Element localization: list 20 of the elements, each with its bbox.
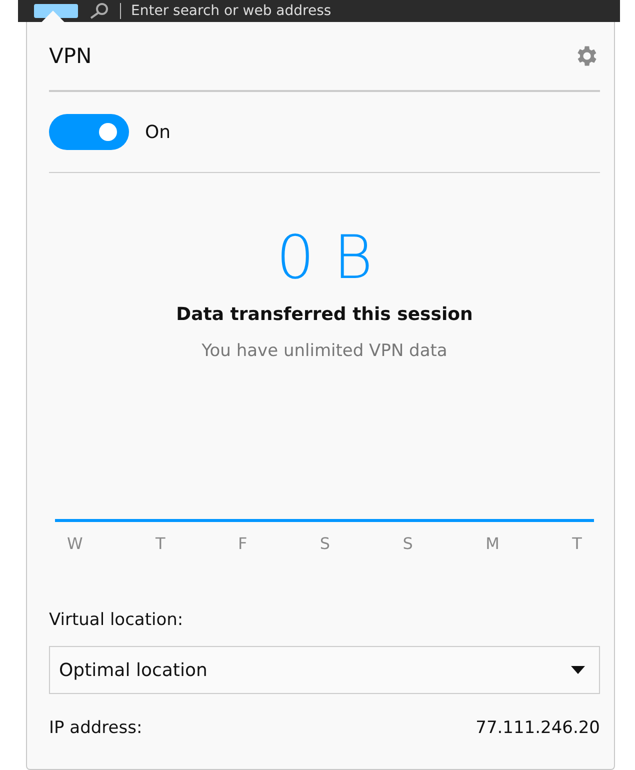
- day-label: T: [572, 534, 582, 553]
- vpn-badge-icon[interactable]: [34, 4, 78, 18]
- day-label: W: [67, 534, 83, 553]
- search-icon: [88, 3, 110, 19]
- caret-icon: [571, 666, 585, 674]
- day-label: F: [238, 534, 248, 553]
- day-label: M: [486, 534, 500, 553]
- day-label: S: [402, 534, 413, 553]
- ip-value: 77.111.246.20: [476, 718, 600, 738]
- day-label: T: [156, 534, 166, 553]
- location-label: Virtual location:: [49, 610, 184, 630]
- ip-label: IP address:: [49, 718, 142, 738]
- day-label: S: [320, 534, 330, 553]
- toggle-label: On: [145, 122, 171, 142]
- data-note: You have unlimited VPN data: [200, 341, 448, 361]
- data-caption: Data transferred this session: [175, 304, 474, 325]
- location-dropdown[interactable]: Optimal location: [49, 646, 600, 694]
- vpn-toggle[interactable]: [49, 114, 129, 150]
- data-amount: 0 B: [275, 223, 374, 293]
- panel-title: VPN: [49, 44, 92, 68]
